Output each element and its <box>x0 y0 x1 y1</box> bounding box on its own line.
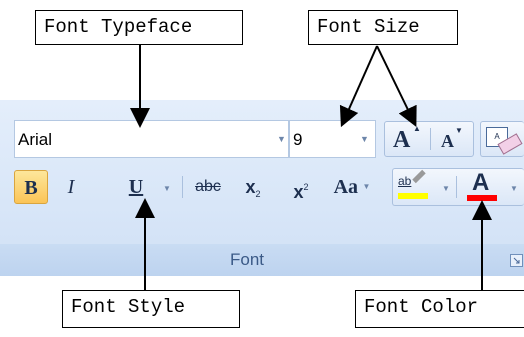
arrow-icon <box>130 45 492 290</box>
